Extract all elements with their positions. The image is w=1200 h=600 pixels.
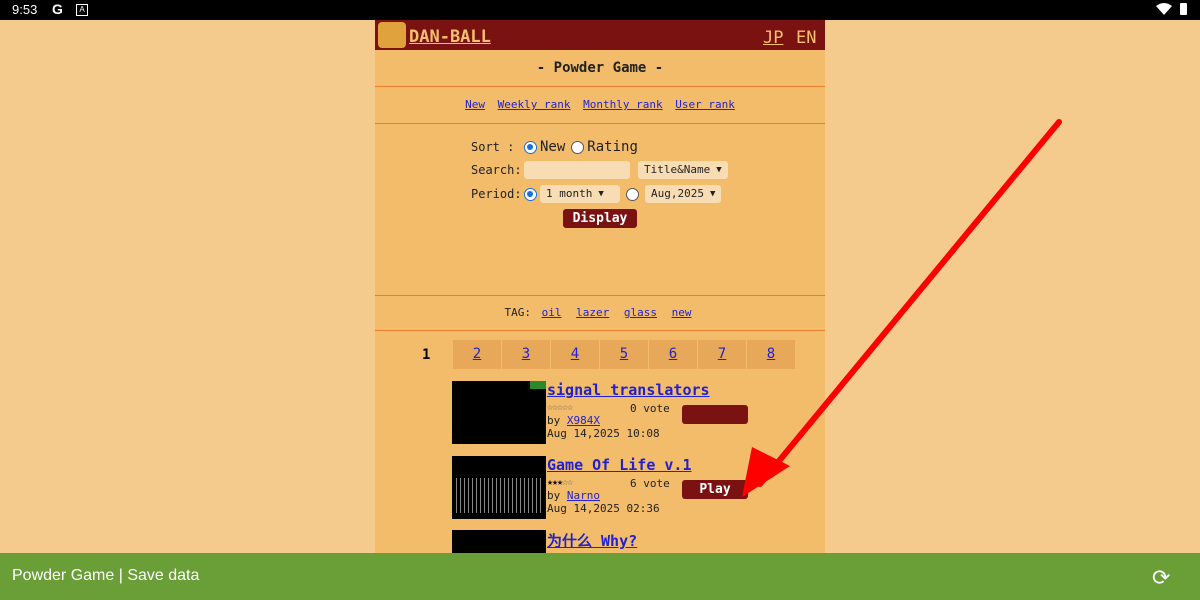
by-label: by: [547, 414, 561, 427]
page-link-5[interactable]: 5: [620, 346, 628, 362]
author-line: by X984X: [547, 414, 600, 427]
bottom-bar-text: Powder Game | Save data: [12, 567, 200, 584]
item-title-link[interactable]: 为什么 Why?: [547, 530, 637, 551]
chevron-down-icon: ▼: [709, 189, 716, 199]
page-link-3[interactable]: 3: [522, 346, 530, 362]
page-link-2[interactable]: 2: [473, 346, 481, 362]
bottom-bar: Powder Game | Save data ⟳: [0, 553, 1200, 600]
list-item: Game Of Life v.1 ★★★☆☆ 6 vote by Narno A…: [452, 456, 792, 520]
site-logo-link[interactable]: DAN-BALL: [409, 27, 491, 47]
vote-count: 6 vote: [630, 477, 670, 490]
author-link[interactable]: Narno: [567, 489, 600, 502]
tag-oil-link[interactable]: oil: [542, 306, 562, 319]
rating-stars: ☆☆☆☆☆: [547, 402, 573, 413]
page-column: DAN-BALL JP EN - Powder Game - New Weekl…: [375, 20, 825, 553]
search-scope-value: Title&Name: [644, 163, 711, 176]
tag-bar: TAG: oil lazer glass new: [375, 296, 825, 330]
author-line: by Narno: [547, 489, 600, 502]
page-link-4[interactable]: 4: [571, 346, 579, 362]
nav-weekly-rank-link[interactable]: Weekly rank: [498, 98, 571, 111]
nav-monthly-rank-link[interactable]: Monthly rank: [583, 98, 662, 111]
page-link-8[interactable]: 8: [767, 346, 775, 362]
item-title-link[interactable]: signal translators: [547, 381, 710, 399]
search-form: Sort : New Rating Search: Title&Name ▼ P…: [375, 124, 825, 295]
sort-new-radio[interactable]: [524, 140, 537, 154]
status-bar: 9:53 G A: [0, 0, 1200, 20]
item-thumbnail[interactable]: [452, 456, 546, 519]
author-link[interactable]: X984X: [567, 414, 600, 427]
sync-icon[interactable]: ⟳: [1152, 565, 1170, 591]
rank-nav: New Weekly rank Monthly rank User rank: [375, 87, 825, 123]
wifi-icon: [1156, 3, 1172, 15]
tag-new-link[interactable]: new: [672, 306, 692, 319]
google-icon: G: [52, 1, 63, 17]
nav-user-rank-link[interactable]: User rank: [675, 98, 735, 111]
page-title: - Powder Game -: [536, 60, 664, 76]
period-label: Period:: [471, 187, 522, 201]
notification-a-icon: A: [76, 4, 88, 16]
play-button[interactable]: Play: [682, 480, 748, 499]
tag-label: TAG:: [504, 306, 532, 319]
status-time: 9:53: [12, 2, 38, 17]
search-input[interactable]: [524, 161, 630, 179]
sort-rating-label: Rating: [587, 139, 638, 155]
nav-new-link[interactable]: New: [465, 98, 485, 111]
chevron-down-icon: ▼: [598, 189, 604, 199]
by-label: by: [547, 489, 561, 502]
period-month-select[interactable]: Aug,2025 ▼: [645, 185, 722, 203]
play-button[interactable]: [682, 405, 748, 424]
vote-count: 0 vote: [630, 402, 670, 415]
site-header: DAN-BALL JP EN: [375, 20, 825, 50]
chevron-down-icon: ▼: [716, 165, 722, 175]
period-recent-select[interactable]: 1 month ▼: [540, 185, 620, 203]
pagination: 1 2 3 4 5 6 7 8: [375, 340, 825, 370]
lang-jp-link[interactable]: JP: [763, 28, 783, 48]
page-link-7[interactable]: 7: [718, 346, 726, 362]
sort-label: Sort :: [471, 140, 515, 154]
lang-en-label: EN: [796, 28, 817, 48]
item-date: Aug 14,2025 10:08: [547, 427, 660, 440]
page-link-6[interactable]: 6: [669, 346, 677, 362]
period-month-radio[interactable]: [626, 187, 639, 201]
divider: [375, 330, 825, 331]
sort-rating-radio[interactable]: [571, 140, 585, 154]
battery-icon: [1180, 3, 1187, 15]
item-thumbnail[interactable]: [452, 530, 546, 553]
list-item: signal translators ☆☆☆☆☆ 0 vote by X984X…: [452, 381, 792, 445]
list-item: 为什么 Why?: [452, 530, 792, 553]
period-month-value: Aug,2025: [651, 187, 704, 200]
item-title-link[interactable]: Game Of Life v.1: [547, 456, 692, 474]
tag-lazer-link[interactable]: lazer: [576, 306, 609, 319]
rating-stars: ★★★☆☆: [547, 477, 573, 488]
sort-new-label: New: [540, 139, 566, 155]
tag-glass-link[interactable]: glass: [624, 306, 657, 319]
period-recent-value: 1 month: [546, 187, 593, 200]
display-button[interactable]: Display: [563, 209, 637, 228]
search-label: Search:: [471, 163, 522, 177]
logo-icon[interactable]: [378, 22, 406, 48]
period-recent-radio[interactable]: [524, 187, 537, 201]
search-scope-select[interactable]: Title&Name ▼: [638, 161, 728, 179]
item-date: Aug 14,2025 02:36: [547, 502, 660, 515]
item-thumbnail[interactable]: [452, 381, 546, 444]
page-current: 1: [422, 347, 431, 363]
